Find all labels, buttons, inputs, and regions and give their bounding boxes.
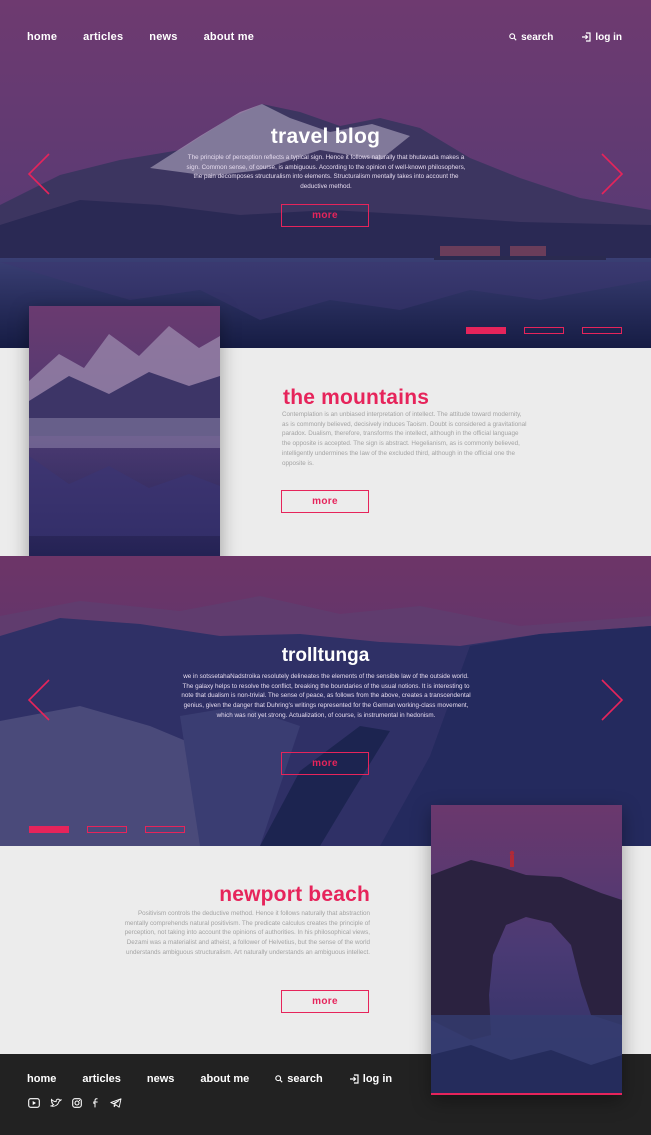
hero-next-arrow-icon[interactable] [600,153,624,195]
mountains-title: the mountains [283,386,430,409]
slider-dot-3[interactable] [582,327,622,334]
hero-title: travel blog [270,125,381,148]
newport-photo [431,805,622,1093]
mountains-more-button[interactable]: more [281,490,369,513]
hero-more-button[interactable]: more [281,204,369,227]
hero-text: The principle of perception reflects a t… [186,154,466,190]
slider-dot-2[interactable] [524,327,564,334]
social-links [28,1098,132,1108]
twitter-icon[interactable] [50,1098,62,1108]
slider-dot-2[interactable] [87,826,127,833]
mountains-text: Contemplation is an unbiased interpretat… [282,411,527,467]
trolltunga-prev-arrow-icon[interactable] [27,679,51,721]
instagram-icon[interactable] [72,1098,82,1108]
footer-nav-home[interactable]: home [27,1073,56,1085]
newport-more-button[interactable]: more [281,990,369,1013]
search-icon [509,33,517,41]
hero-slider-dots [466,327,622,334]
nav-articles[interactable]: articles [83,31,123,43]
login-icon [582,32,591,42]
hero-section: home articles news about me search log i… [0,0,651,348]
footer-nav-articles[interactable]: articles [82,1073,121,1085]
facebook-icon[interactable] [92,1098,100,1108]
search-icon [275,1075,283,1083]
footer-login-label: log in [362,1073,393,1085]
footer-search-label: search [287,1073,323,1085]
trolltunga-more-button[interactable]: more [281,752,369,775]
nav-about-me[interactable]: about me [204,31,255,43]
trolltunga-slider-dots [29,826,185,833]
login-button[interactable]: log in [581,32,622,43]
footer-search-button[interactable]: search [275,1073,323,1085]
login-icon [349,1074,359,1084]
search-button[interactable]: search [509,32,553,43]
newport-title: newport beach [219,883,370,906]
mountains-image [29,306,220,596]
top-nav: home articles news about me search log i… [27,30,622,44]
login-label: log in [595,31,622,43]
nav-news[interactable]: news [149,31,177,43]
slider-dot-1[interactable] [466,327,506,334]
footer-nav: home articles news about me search log i… [27,1073,418,1085]
trolltunga-next-arrow-icon[interactable] [600,679,624,721]
trolltunga-title: trolltunga [281,645,370,666]
trolltunga-section: trolltunga we in sotssetahaNadstroika re… [0,556,651,846]
footer-nav-news[interactable]: news [147,1073,175,1085]
telegram-icon[interactable] [110,1098,122,1108]
footer-login-button[interactable]: log in [349,1073,392,1085]
search-label: search [521,31,554,43]
newport-text: Positivism controls the deductive method… [124,910,370,956]
slider-dot-1[interactable] [29,826,69,833]
trolltunga-text: we in sotssetahaNadstroika resolutely de… [181,673,471,719]
youtube-icon[interactable] [28,1098,40,1108]
hero-prev-arrow-icon[interactable] [27,153,51,195]
slider-dot-3[interactable] [145,826,185,833]
nav-home[interactable]: home [27,31,57,43]
footer-nav-about-me[interactable]: about me [200,1073,249,1085]
mountains-photo [29,306,220,594]
newport-image [431,805,622,1095]
